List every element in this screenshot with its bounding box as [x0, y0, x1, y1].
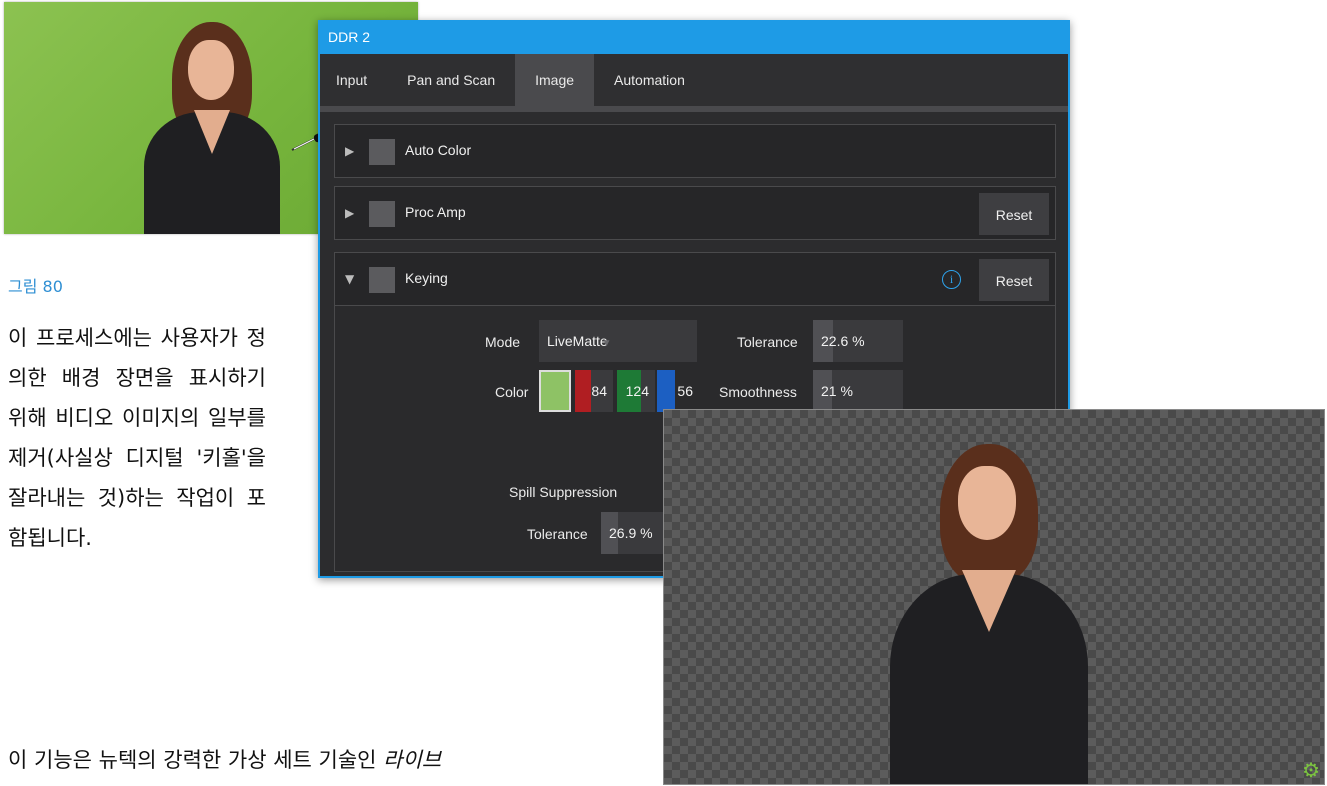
chevron-down-icon[interactable]: ▼ — [345, 272, 354, 286]
mode-label: Mode — [485, 334, 521, 350]
tab-bar: Input Pan and Scan Image Automation — [320, 54, 1068, 112]
gear-icon[interactable]: ⚙ — [1302, 760, 1320, 780]
tolerance-slider[interactable]: 22.6 % — [813, 320, 903, 362]
spill-suppression-label: Spill Suppression — [509, 484, 618, 500]
chevron-right-icon[interactable]: ▶ — [345, 144, 354, 158]
proc-amp-label: Proc Amp — [405, 204, 466, 220]
color-swatch[interactable] — [539, 370, 571, 412]
tolerance-value: 22.6 % — [821, 333, 865, 349]
smoothness-value: 21 % — [821, 383, 853, 399]
color-red-value: 84 — [591, 383, 607, 399]
body-paragraph-2: 이 기능은 뉴텍의 강력한 가상 세트 기술인 라이브 — [8, 745, 668, 775]
color-green-value: 124 — [625, 383, 649, 399]
chevron-right-icon[interactable]: ▶ — [345, 206, 354, 220]
auto-color-label: Auto Color — [405, 142, 472, 158]
mode-value: LiveMatte — [547, 333, 608, 349]
presenter-keyed — [890, 444, 1090, 784]
dropdown-arrow-icon: ▼ — [601, 338, 612, 349]
color-red-channel[interactable]: 84 — [575, 370, 613, 412]
tab-pan-and-scan[interactable]: Pan and Scan — [387, 54, 515, 106]
keying-section[interactable]: ▼ Keying i Reset — [334, 252, 1056, 306]
spill-tolerance-value: 26.9 % — [609, 525, 653, 541]
proc-amp-checkbox[interactable] — [369, 201, 395, 227]
mode-dropdown[interactable]: LiveMatte ▼ — [539, 320, 697, 362]
paragraph-2-italic: 라이브 — [383, 748, 442, 772]
proc-amp-section[interactable]: ▶ Proc Amp Reset — [334, 186, 1056, 240]
auto-color-section[interactable]: ▶ Auto Color — [334, 124, 1056, 178]
auto-color-checkbox[interactable] — [369, 139, 395, 165]
smoothness-slider[interactable]: 21 % — [813, 370, 903, 412]
color-blue-channel[interactable]: 56 — [657, 370, 693, 412]
paragraph-2-text: 이 기능은 뉴텍의 강력한 가상 세트 기술인 — [8, 748, 384, 772]
keying-checkbox[interactable] — [369, 267, 395, 293]
keyed-preview: ⚙ — [663, 409, 1325, 785]
keying-label: Keying — [405, 270, 448, 286]
tab-input[interactable]: Input — [320, 54, 387, 106]
color-blue-value: 56 — [677, 383, 693, 399]
presenter-figure — [144, 22, 284, 234]
tolerance-label: Tolerance — [737, 334, 798, 350]
tab-image[interactable]: Image — [515, 54, 595, 106]
body-paragraph: 이 프로세스에는 사용자가 정의한 배경 장면을 표시하기 위해 비디오 이미지… — [8, 326, 266, 550]
proc-amp-reset-button[interactable]: Reset — [979, 193, 1049, 235]
tab-automation[interactable]: Automation — [594, 54, 705, 106]
panel-title: DDR 2 — [320, 22, 1068, 54]
keying-reset-button[interactable]: Reset — [979, 259, 1049, 301]
color-green-channel[interactable]: 124 — [617, 370, 655, 412]
figure-caption: 그림 80 — [8, 277, 63, 296]
color-label: Color — [495, 384, 529, 400]
spill-tolerance-label: Tolerance — [527, 526, 588, 542]
info-icon[interactable]: i — [942, 270, 961, 289]
smoothness-label: Smoothness — [719, 384, 797, 400]
spill-tolerance-slider[interactable]: 26.9 % — [601, 512, 665, 554]
